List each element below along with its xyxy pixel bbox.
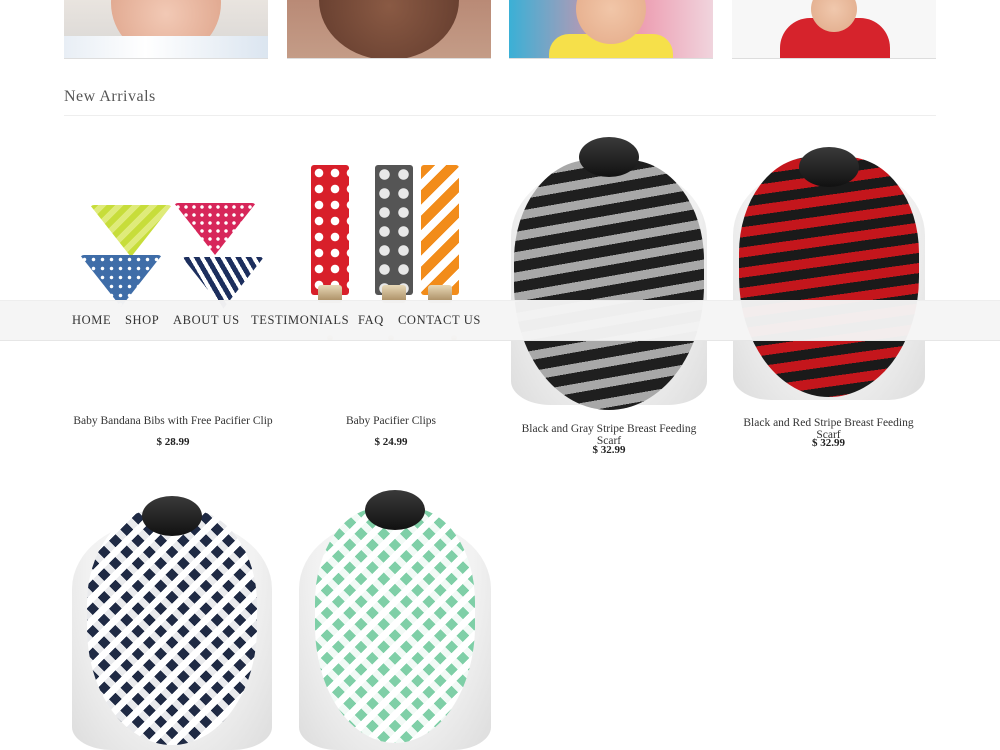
divider — [64, 115, 936, 116]
nav-faq[interactable]: FAQ — [358, 313, 384, 328]
nav-home[interactable]: HOME — [72, 313, 111, 328]
product-card[interactable] — [72, 480, 272, 750]
product-card[interactable]: Baby Bandana Bibs with Free Pacifier Cli… — [64, 135, 282, 455]
product-price: $ 32.99 — [592, 444, 626, 456]
product-price: $ 28.99 — [156, 436, 190, 448]
nav-shop[interactable]: SHOP — [125, 313, 159, 328]
product-image[interactable] — [509, 135, 709, 410]
product-name[interactable]: Baby Bandana Bibs with Free Pacifier Cli… — [64, 415, 282, 427]
nav-testimonials[interactable]: TESTIMONIALS — [251, 313, 349, 328]
category-thumbnail-4[interactable] — [732, 0, 936, 59]
nav-contact-us[interactable]: CONTACT US — [398, 313, 481, 328]
product-price: $ 32.99 — [812, 437, 845, 449]
nav-about-us[interactable]: ABOUT US — [173, 313, 240, 328]
category-thumbnail-1[interactable] — [64, 0, 268, 59]
product-price: $ 24.99 — [374, 436, 408, 448]
baby-photo — [319, 0, 459, 58]
category-thumbnail-3[interactable] — [509, 0, 713, 59]
product-image[interactable] — [731, 135, 926, 405]
product-image[interactable] — [64, 135, 282, 405]
section-title: New Arrivals — [64, 88, 156, 105]
product-card[interactable]: Baby Pacifier Clips $ 24.99 — [282, 135, 500, 455]
product-image[interactable] — [298, 480, 491, 750]
main-navigation: HOME SHOP ABOUT US TESTIMONIALS FAQ CONT… — [0, 300, 1000, 341]
category-thumbnail-2[interactable] — [287, 0, 491, 59]
product-image[interactable] — [282, 135, 500, 405]
product-card[interactable] — [298, 480, 491, 750]
product-image[interactable] — [72, 480, 272, 750]
product-name[interactable]: Baby Pacifier Clips — [282, 415, 500, 427]
